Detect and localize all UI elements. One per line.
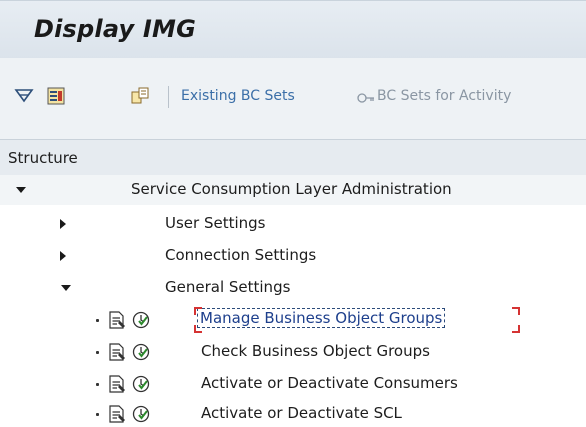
tree-node-label: Activate or Deactivate SCL — [201, 404, 402, 422]
tree-node-label: Service Consumption Layer Administration — [131, 180, 452, 198]
activity-check-bo-groups[interactable]: Check Business Object Groups — [0, 337, 586, 367]
expand-right-icon[interactable] — [60, 251, 66, 261]
activity-activate-scl[interactable]: Activate or Deactivate SCL — [0, 399, 586, 424]
execute-clock-icon[interactable] — [132, 405, 150, 423]
activity-activate-consumers[interactable]: Activate or Deactivate Consumers — [0, 369, 586, 399]
documentation-icon[interactable] — [108, 343, 126, 361]
tree-bullet — [96, 413, 99, 416]
tree-node-label: User Settings — [165, 214, 266, 232]
toolbar-separator — [168, 86, 169, 108]
tree-node-user-settings[interactable]: User Settings — [0, 209, 586, 239]
existing-bc-sets-button[interactable]: Existing BC Sets — [181, 88, 295, 104]
tree-node-root[interactable]: Service Consumption Layer Administration — [0, 175, 586, 205]
documentation-icon[interactable] — [108, 311, 126, 329]
bc-sets-for-activity-button[interactable]: BC Sets for Activity — [377, 88, 511, 104]
execute-clock-icon[interactable] — [132, 343, 150, 361]
bookmark-icon[interactable] — [46, 86, 66, 106]
tree-node-general-settings[interactable]: General Settings — [0, 273, 586, 303]
tree-node-label: Check Business Object Groups — [201, 342, 430, 360]
structure-column-header: Structure — [0, 139, 586, 177]
tree-bullet — [96, 351, 99, 354]
tree-node-label: General Settings — [165, 278, 291, 296]
filter-icon[interactable] — [14, 86, 34, 106]
tree-node-label: Manage Business Object Groups — [196, 308, 446, 328]
tree-node-label: Activate or Deactivate Consumers — [201, 374, 458, 392]
where-used-icon[interactable] — [130, 86, 150, 106]
documentation-icon[interactable] — [108, 405, 126, 423]
activity-manage-bo-groups[interactable]: Manage Business Object Groups — [0, 305, 586, 335]
bc-set-key-icon — [356, 90, 376, 104]
tree-node-connection-settings[interactable]: Connection Settings — [0, 241, 586, 271]
tree-bullet — [96, 319, 99, 322]
tree-node-label: Connection Settings — [165, 246, 317, 264]
title-bar: Display IMG — [0, 0, 586, 59]
expand-down-icon[interactable] — [16, 187, 26, 193]
tree-bullet — [96, 383, 99, 386]
structure-header-label: Structure — [8, 149, 78, 167]
expand-down-icon[interactable] — [61, 285, 71, 291]
expand-right-icon[interactable] — [60, 219, 66, 229]
execute-clock-icon[interactable] — [132, 375, 150, 393]
documentation-icon[interactable] — [108, 375, 126, 393]
execute-clock-icon[interactable] — [132, 311, 150, 329]
page-title: Display IMG — [34, 15, 197, 43]
